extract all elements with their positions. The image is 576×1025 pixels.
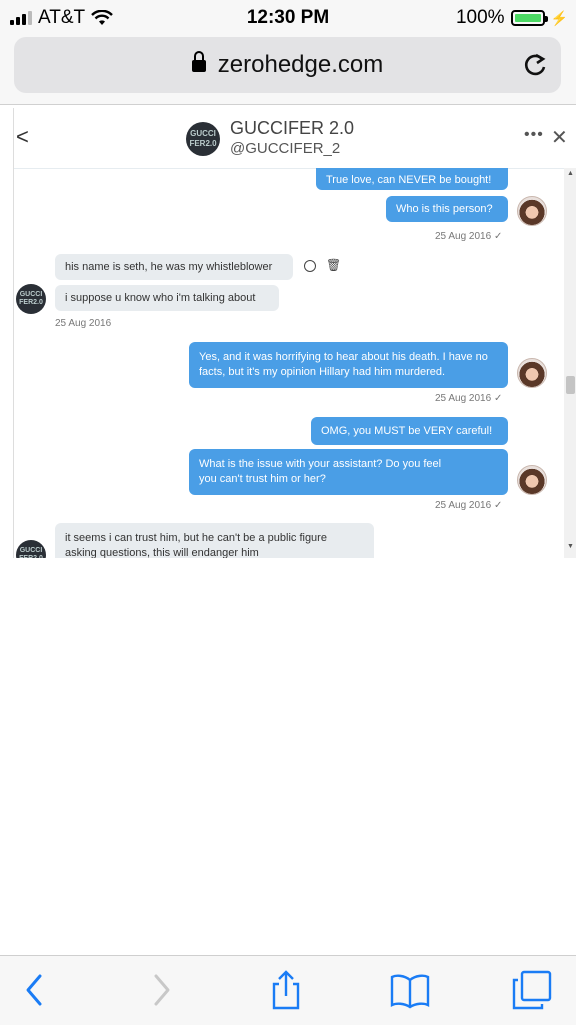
avatar (517, 196, 547, 226)
scroll-down-icon[interactable]: ▼ (567, 543, 574, 550)
address-bar[interactable]: zerohedge.com (14, 37, 561, 93)
message-timestamp: 25 Aug 2016 ✓ (435, 500, 503, 511)
message-timestamp: 25 Aug 2016 ✓ (435, 231, 503, 242)
message-timestamp: 25 Aug 2016 ✓ (435, 393, 503, 404)
dm-screenshot: < GUCCI FER2.0 GUCCIFER 2.0 @GUCCIFER_2 … (13, 108, 576, 558)
dm-header: < GUCCI FER2.0 GUCCIFER 2.0 @GUCCIFER_2 … (14, 108, 576, 169)
message-bubble: i suppose u know who i'm talking about (55, 285, 279, 311)
battery-percent: 100% (455, 7, 505, 28)
chevron-left-icon[interactable]: < (16, 124, 29, 150)
avatar (517, 465, 547, 495)
conversation-name: GUCCIFER 2.0 (230, 118, 355, 138)
trash-icon[interactable]: 🗑 (326, 258, 341, 272)
back-icon[interactable] (16, 970, 56, 1010)
message-bubble: his name is seth, he was my whistleblowe… (55, 254, 293, 280)
forward-icon[interactable] (140, 970, 180, 1010)
address-text-row: zerohedge.com (14, 51, 561, 79)
message-bubble: it seems i can trust him, but he can't b… (55, 523, 374, 558)
status-bar: AT&T 12:30 PM 100% ⚡ (0, 0, 576, 34)
message-bubble: Who is this person? (386, 196, 508, 222)
status-right: 100% ⚡ (456, 7, 568, 29)
message-bubble: Yes, and it was horrifying to hear about… (189, 342, 508, 388)
block-icon[interactable] (304, 260, 316, 272)
scroll-up-icon[interactable]: ▲ (567, 170, 574, 177)
reload-icon[interactable] (521, 51, 549, 79)
browser-address-area: zerohedge.com (0, 34, 576, 105)
avatar: GUCCI FER2.0 (16, 540, 46, 558)
message-bubble: What is the issue with your assistant? D… (189, 449, 508, 495)
avatar (517, 358, 547, 388)
browser-toolbar (0, 955, 576, 1025)
conversation-handle: @GUCCIFER_2 (230, 140, 341, 157)
scrollbar[interactable] (564, 168, 576, 558)
avatar: GUCCI FER2.0 (16, 284, 46, 314)
url-text: zerohedge.com (217, 51, 384, 78)
message-timestamp: 25 Aug 2016 (55, 318, 112, 329)
more-icon[interactable]: ••• (524, 127, 544, 143)
share-icon[interactable] (266, 970, 306, 1010)
bookmarks-icon[interactable] (390, 970, 430, 1010)
message-bubble: True love, can NEVER be bought! (316, 168, 508, 190)
tabs-icon[interactable] (512, 970, 552, 1010)
battery-icon (510, 10, 548, 26)
lock-icon (191, 51, 206, 72)
message-bubble: OMG, you MUST be VERY careful! (311, 417, 508, 445)
close-icon[interactable]: ✕ (551, 125, 568, 150)
charging-icon: ⚡ (550, 9, 568, 26)
avatar: GUCCI FER2.0 (186, 122, 220, 156)
scrollbar-thumb[interactable] (566, 376, 575, 394)
